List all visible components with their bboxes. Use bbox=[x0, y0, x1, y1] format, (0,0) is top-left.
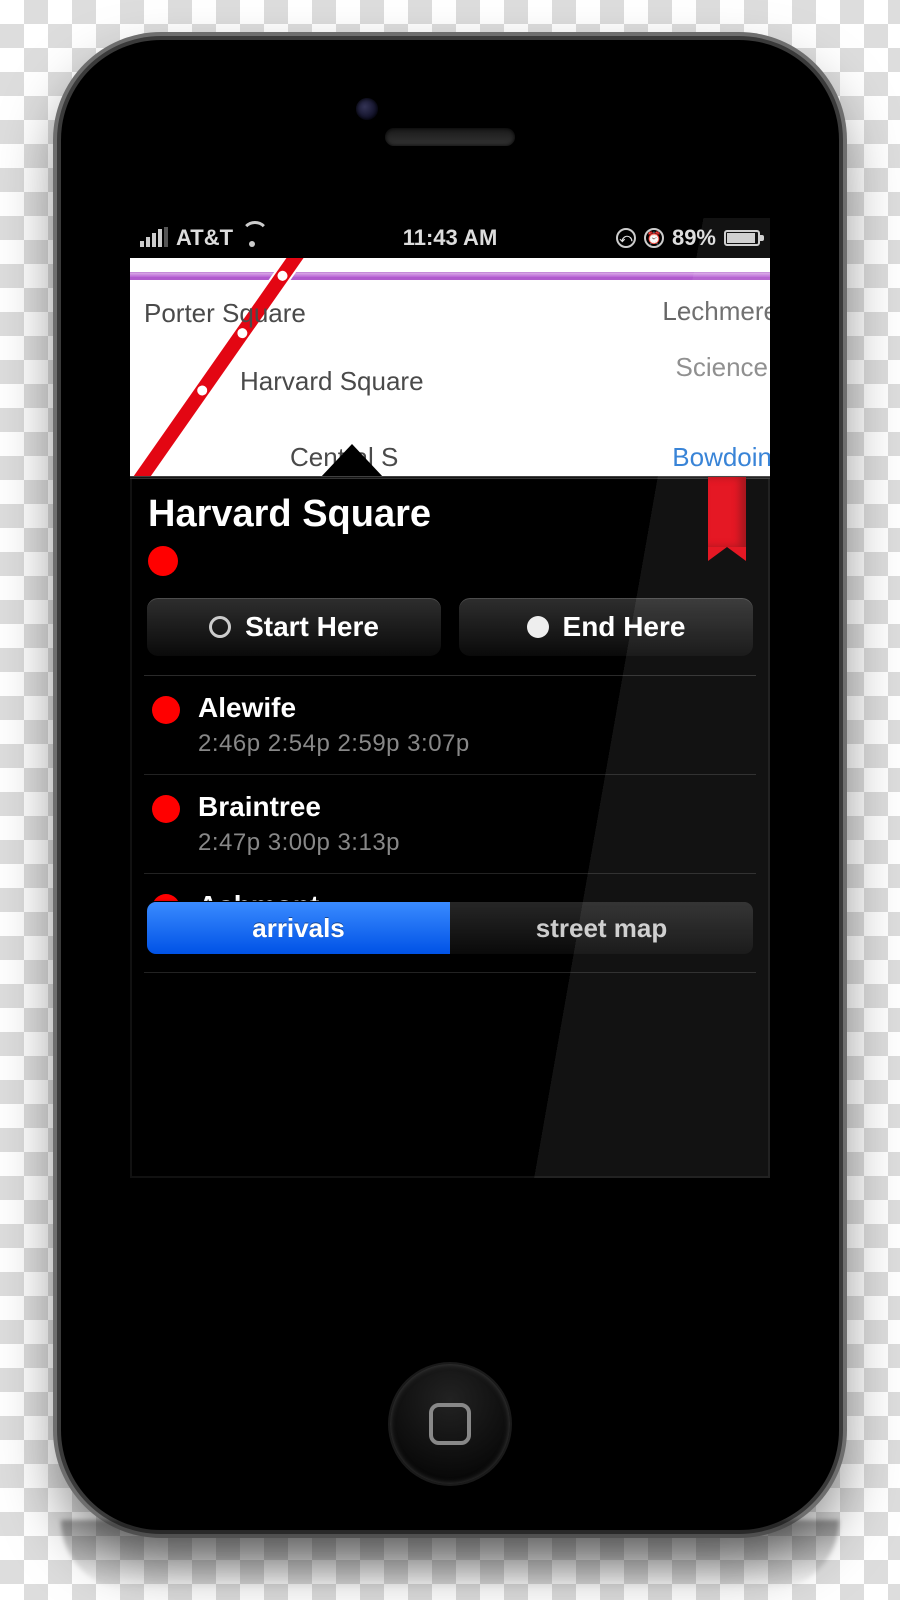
bookmark-icon[interactable] bbox=[708, 477, 746, 547]
end-here-button[interactable]: End Here bbox=[458, 597, 754, 657]
tab-arrivals[interactable]: arrivals bbox=[147, 902, 450, 954]
end-here-label: End Here bbox=[563, 611, 686, 643]
screen: AT&T 11:43 AM ⤺ ⏰ 89% Porter Square Harv… bbox=[130, 218, 770, 1178]
destination-name: Braintree bbox=[198, 791, 400, 823]
view-segmented-control: arrivals street map bbox=[146, 901, 754, 955]
map-label-harvard: Harvard Square bbox=[240, 366, 424, 397]
map-label-porter: Porter Square bbox=[144, 298, 306, 329]
station-panel: Harvard Square Start Here End Here Alewi… bbox=[130, 478, 770, 973]
front-camera bbox=[356, 98, 378, 120]
earpiece bbox=[385, 128, 515, 146]
phone-frame: AT&T 11:43 AM ⤺ ⏰ 89% Porter Square Harv… bbox=[61, 40, 839, 1530]
map-label-science: Science bbox=[676, 352, 769, 383]
home-button[interactable] bbox=[390, 1364, 510, 1484]
line-dot-icon bbox=[152, 696, 180, 724]
start-here-button[interactable]: Start Here bbox=[146, 597, 442, 657]
battery-icon bbox=[724, 230, 760, 246]
phone-reflection bbox=[61, 1520, 839, 1590]
destination-times: 2:47p 3:00p 3:13p bbox=[198, 829, 400, 857]
tab-street-map[interactable]: street map bbox=[450, 902, 753, 954]
line-dot-icon bbox=[152, 795, 180, 823]
destination-times: 2:46p 2:54p 2:59p 3:07p bbox=[198, 730, 470, 758]
transit-map[interactable]: Porter Square Harvard Square Central S L… bbox=[130, 258, 770, 476]
map-pointer-icon bbox=[320, 444, 384, 476]
purple-line bbox=[130, 272, 770, 280]
destination-name: Alewife bbox=[198, 692, 470, 724]
line-color-dot bbox=[148, 546, 178, 576]
destination-row[interactable]: Alewife 2:46p 2:54p 2:59p 3:07p bbox=[144, 676, 756, 775]
clock: 11:43 AM bbox=[130, 225, 770, 251]
destination-row[interactable]: Braintree 2:47p 3:00p 3:13p bbox=[144, 775, 756, 874]
start-here-label: Start Here bbox=[245, 611, 379, 643]
map-label-lechmere: Lechmere bbox=[662, 296, 770, 327]
radio-filled-icon bbox=[527, 616, 549, 638]
radio-open-icon bbox=[209, 616, 231, 638]
status-bar: AT&T 11:43 AM ⤺ ⏰ 89% bbox=[130, 218, 770, 258]
station-title: Harvard Square bbox=[148, 493, 752, 536]
map-label-bowdoin: Bowdoin bbox=[672, 442, 770, 473]
